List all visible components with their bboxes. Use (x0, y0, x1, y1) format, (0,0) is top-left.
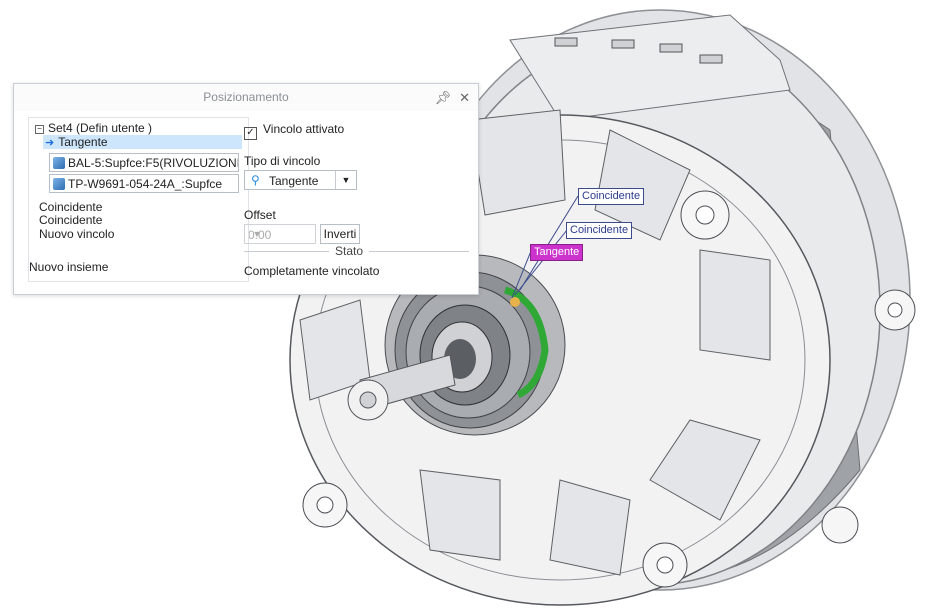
tree-item-label: Tangente (58, 135, 108, 149)
close-icon[interactable]: ✕ (459, 84, 470, 111)
offset-input[interactable]: 0.00 ▼ (244, 224, 316, 244)
tree-item-new-set[interactable]: Nuovo insieme (29, 260, 108, 274)
constraint-type-label: Tipo di vincolo (244, 154, 321, 168)
callout-coincidente-2[interactable]: Coincidente (566, 222, 633, 239)
constraint-tree: − Set4 (Defin utente ) ➜ Tangente BAL-5:Su… (28, 117, 249, 282)
collapse-icon[interactable]: − (35, 125, 44, 134)
reference-2-field[interactable]: TP-W9691-054-24A_:Supfce (49, 174, 239, 193)
reference-1-field[interactable]: BAL-5:Supfce:F5(RIVOLUZIONE) (49, 153, 239, 172)
pin-icon[interactable]: 📌︎ (435, 84, 452, 111)
constraint-enabled-label: Vincolo attivato (263, 122, 345, 136)
tree-item-coincidente-2[interactable]: Coincidente (39, 213, 102, 227)
tangent-constraint-icon: ⚲ (251, 173, 260, 187)
tree-set-item[interactable]: − Set4 (Defin utente ) (35, 121, 152, 135)
reference-2-text: TP-W9691-054-24A_:Supfce (68, 177, 223, 191)
status-heading: Stato (334, 244, 364, 258)
arrow-right-icon: ➜ (45, 137, 55, 149)
status-text: Completamente vincolato (244, 264, 380, 278)
checkmark-icon: ✓ (244, 127, 257, 140)
chevron-down-icon[interactable]: ▼ (248, 225, 265, 243)
offset-label: Offset (244, 208, 276, 222)
constraint-type-value: Tangente (269, 174, 319, 188)
invert-button[interactable]: Inverti (320, 224, 360, 244)
dialog-title: Posizionamento (203, 90, 289, 104)
callout-tangente[interactable]: Tangente (530, 244, 584, 261)
positioning-dialog: Posizionamento 📌︎ ✕ − Set4 (Defin utente … (13, 83, 479, 295)
set-label: Set4 (Defin utente ) (48, 121, 153, 135)
status-separator: Stato (244, 244, 469, 258)
surface-reference-icon (53, 178, 65, 190)
reference-1-text: BAL-5:Supfce:F5(RIVOLUZIONE) (68, 156, 239, 170)
chevron-down-icon[interactable]: ▼ (335, 171, 356, 189)
constraint-type-select[interactable]: ⚲ Tangente ▼ (244, 170, 357, 190)
surface-reference-icon (53, 157, 65, 169)
callout-coincidente-1[interactable]: Coincidente (578, 188, 645, 205)
tree-item-new-constraint[interactable]: Nuovo vincolo (39, 227, 114, 241)
tree-item-tangente[interactable]: ➜ Tangente (43, 135, 242, 149)
tree-item-coincidente-1[interactable]: Coincidente (39, 200, 102, 214)
constraint-enabled-checkbox[interactable]: ✓ Vincolo attivato (244, 122, 344, 140)
dialog-titlebar[interactable]: Posizionamento 📌︎ ✕ (14, 84, 478, 111)
